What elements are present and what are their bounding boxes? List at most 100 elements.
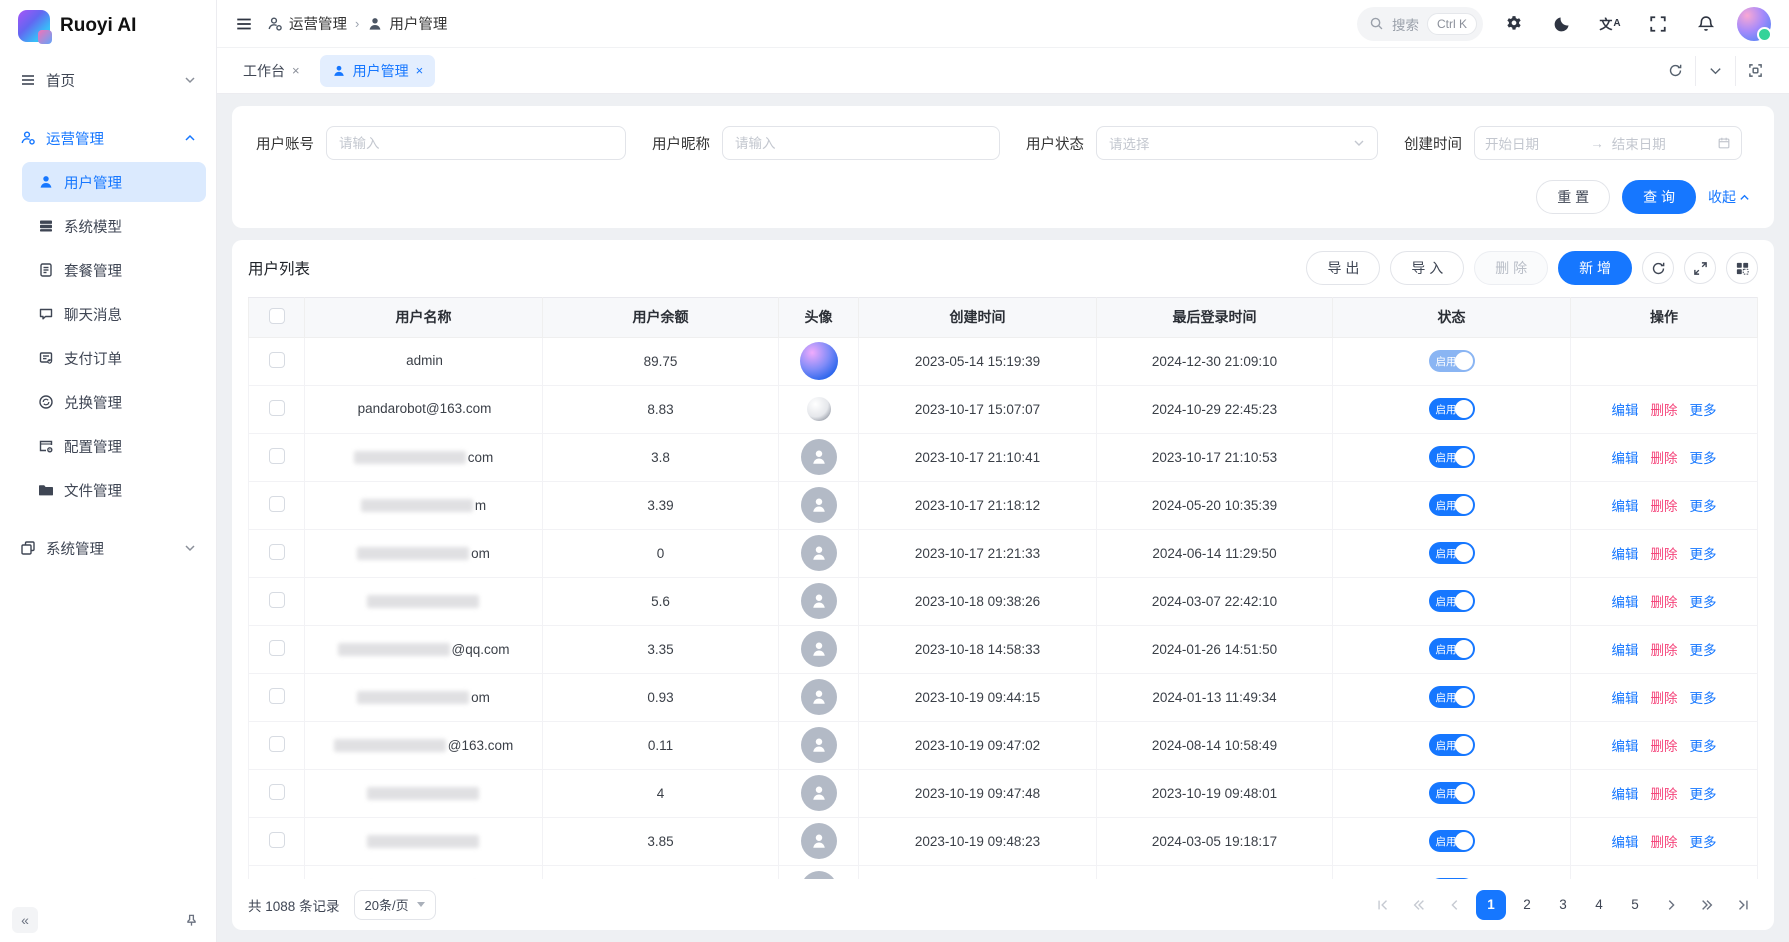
edit-link[interactable]: 编辑	[1612, 783, 1639, 803]
jump-back-button[interactable]	[1404, 890, 1434, 920]
delete-button[interactable]: 删 除	[1474, 251, 1548, 285]
breadcrumb-item-user-management[interactable]: 用户管理	[367, 13, 447, 34]
delete-link[interactable]: 删除	[1651, 783, 1678, 803]
edit-link[interactable]: 编辑	[1612, 591, 1639, 611]
reset-button[interactable]: 重 置	[1536, 180, 1610, 214]
dark-mode-moon-icon[interactable]	[1545, 7, 1579, 41]
tab-user-management[interactable]: 用户管理 ×	[320, 55, 436, 87]
delete-link[interactable]: 删除	[1651, 591, 1678, 611]
sidebar-item-file-management[interactable]: 文件管理	[22, 470, 206, 510]
row-checkbox[interactable]	[269, 448, 285, 464]
chevron-down-icon[interactable]	[1695, 56, 1735, 86]
close-icon[interactable]: ×	[416, 63, 424, 78]
edit-link[interactable]: 编辑	[1612, 447, 1639, 467]
edit-link[interactable]: 编辑	[1612, 639, 1639, 659]
column-settings-grid-icon[interactable]	[1726, 252, 1758, 284]
row-checkbox[interactable]	[269, 496, 285, 512]
add-button[interactable]: 新 增	[1558, 251, 1632, 285]
more-link[interactable]: 更多	[1690, 783, 1717, 803]
page-size-select[interactable]: 20条/页	[354, 890, 436, 920]
row-checkbox[interactable]	[269, 832, 285, 848]
date-range-picker[interactable]: 开始日期 → 结束日期	[1474, 126, 1742, 160]
refresh-icon[interactable]	[1642, 252, 1674, 284]
collapse-filters-link[interactable]: 收起	[1708, 187, 1750, 207]
status-toggle[interactable]: 启用	[1429, 446, 1475, 468]
search-button[interactable]: 查 询	[1622, 180, 1696, 214]
status-select[interactable]: 请选择	[1096, 126, 1378, 160]
delete-link[interactable]: 删除	[1651, 399, 1678, 419]
last-page-button[interactable]	[1728, 890, 1758, 920]
close-icon[interactable]: ×	[292, 63, 300, 78]
next-page-button[interactable]	[1656, 890, 1686, 920]
delete-link[interactable]: 删除	[1651, 495, 1678, 515]
edit-link[interactable]: 编辑	[1612, 399, 1639, 419]
edit-link[interactable]: 编辑	[1612, 687, 1639, 707]
translate-icon[interactable]: 文A	[1593, 7, 1627, 41]
select-all-checkbox[interactable]	[269, 308, 285, 324]
status-toggle[interactable]: 启用	[1429, 782, 1475, 804]
pin-icon[interactable]	[178, 907, 204, 933]
more-link[interactable]: 更多	[1690, 543, 1717, 563]
status-toggle[interactable]: 启用	[1429, 830, 1475, 852]
notification-bell-icon[interactable]	[1689, 7, 1723, 41]
prev-page-button[interactable]	[1440, 890, 1470, 920]
sidebar-item-home[interactable]: 首页	[10, 60, 206, 100]
sidebar-item-operations[interactable]: 运营管理	[10, 118, 206, 158]
row-checkbox[interactable]	[269, 352, 285, 368]
row-checkbox[interactable]	[269, 784, 285, 800]
sidebar-item-redeem-management[interactable]: 兑换管理	[22, 382, 206, 422]
status-toggle[interactable]: 启用	[1429, 878, 1475, 879]
sidebar-item-system-model[interactable]: 系统模型	[22, 206, 206, 246]
delete-link[interactable]: 删除	[1651, 447, 1678, 467]
row-checkbox[interactable]	[269, 544, 285, 560]
refresh-icon[interactable]	[1655, 56, 1695, 86]
more-link[interactable]: 更多	[1690, 447, 1717, 467]
status-toggle[interactable]: 启用	[1429, 350, 1475, 372]
sidebar-item-config-management[interactable]: 配置管理	[22, 426, 206, 466]
page-number-button[interactable]: 5	[1620, 890, 1650, 920]
account-input[interactable]	[326, 126, 626, 160]
status-toggle[interactable]: 启用	[1429, 638, 1475, 660]
nickname-input[interactable]	[722, 126, 1000, 160]
sidebar-item-system-management[interactable]: 系统管理	[10, 528, 206, 568]
breadcrumb-item-operations[interactable]: 运营管理	[267, 13, 347, 34]
import-button[interactable]: 导 入	[1390, 251, 1464, 285]
sidebar-item-package-management[interactable]: 套餐管理	[22, 250, 206, 290]
maximize-panel-icon[interactable]	[1735, 56, 1775, 86]
page-number-button[interactable]: 3	[1548, 890, 1578, 920]
user-avatar[interactable]	[1737, 7, 1771, 41]
edit-link[interactable]: 编辑	[1612, 735, 1639, 755]
more-link[interactable]: 更多	[1690, 639, 1717, 659]
status-toggle[interactable]: 启用	[1429, 398, 1475, 420]
sidebar-collapse-button[interactable]: «	[12, 907, 38, 933]
expand-fullscreen-icon[interactable]	[1684, 252, 1716, 284]
sidebar-item-user-management[interactable]: 用户管理	[22, 162, 206, 202]
status-toggle[interactable]: 启用	[1429, 590, 1475, 612]
more-link[interactable]: 更多	[1690, 591, 1717, 611]
more-link[interactable]: 更多	[1690, 399, 1717, 419]
jump-forward-button[interactable]	[1692, 890, 1722, 920]
page-number-button[interactable]: 2	[1512, 890, 1542, 920]
settings-gear-icon[interactable]	[1497, 7, 1531, 41]
more-link[interactable]: 更多	[1690, 687, 1717, 707]
edit-link[interactable]: 编辑	[1612, 831, 1639, 851]
page-number-button[interactable]: 4	[1584, 890, 1614, 920]
export-button[interactable]: 导 出	[1306, 251, 1380, 285]
status-toggle[interactable]: 启用	[1429, 494, 1475, 516]
page-number-button[interactable]: 1	[1476, 890, 1506, 920]
delete-link[interactable]: 删除	[1651, 639, 1678, 659]
menu-toggle-icon[interactable]	[235, 7, 253, 41]
global-search[interactable]: 搜索 Ctrl K	[1357, 7, 1483, 41]
delete-link[interactable]: 删除	[1651, 543, 1678, 563]
sidebar-item-chat-messages[interactable]: 聊天消息	[22, 294, 206, 334]
row-checkbox[interactable]	[269, 400, 285, 416]
row-checkbox[interactable]	[269, 592, 285, 608]
more-link[interactable]: 更多	[1690, 831, 1717, 851]
status-toggle[interactable]: 启用	[1429, 734, 1475, 756]
edit-link[interactable]: 编辑	[1612, 495, 1639, 515]
delete-link[interactable]: 删除	[1651, 735, 1678, 755]
more-link[interactable]: 更多	[1690, 735, 1717, 755]
tab-workbench[interactable]: 工作台 ×	[231, 55, 312, 87]
row-checkbox[interactable]	[269, 736, 285, 752]
edit-link[interactable]: 编辑	[1612, 543, 1639, 563]
